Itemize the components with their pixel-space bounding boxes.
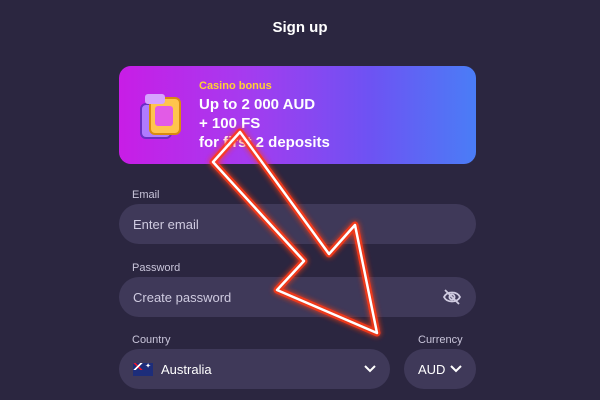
- currency-value: AUD: [418, 361, 446, 377]
- page-title: Sign up: [272, 19, 328, 36]
- password-field[interactable]: Create password: [119, 277, 476, 317]
- eye-off-icon[interactable]: [442, 288, 462, 306]
- currency-label: Currency: [418, 334, 463, 346]
- email-field[interactable]: Enter email: [119, 204, 476, 244]
- email-placeholder: Enter email: [133, 216, 199, 232]
- password-placeholder: Create password: [133, 289, 232, 305]
- neon-arrow-overlay: [209, 128, 381, 337]
- chevron-down-icon: [364, 365, 376, 373]
- country-select[interactable]: Australia: [119, 349, 390, 389]
- bonus-amount: Up to 2 000 AUD: [199, 96, 316, 113]
- casino-bonus-banner[interactable]: Casino bonus Up to 2 000 AUD + 100 FS fo…: [119, 66, 476, 164]
- chevron-down-icon: [450, 365, 462, 373]
- country-label: Country: [132, 334, 171, 346]
- currency-select[interactable]: AUD: [404, 349, 476, 389]
- email-label: Email: [132, 189, 160, 201]
- australia-flag-icon: [133, 362, 153, 376]
- password-label: Password: [132, 262, 181, 274]
- bonus-free-spins: + 100 FS: [199, 115, 261, 132]
- country-value: Australia: [161, 361, 212, 377]
- bonus-condition: for first 2 deposits: [199, 134, 330, 151]
- bonus-label: Casino bonus: [199, 80, 272, 92]
- gift-box-icon: [140, 94, 181, 139]
